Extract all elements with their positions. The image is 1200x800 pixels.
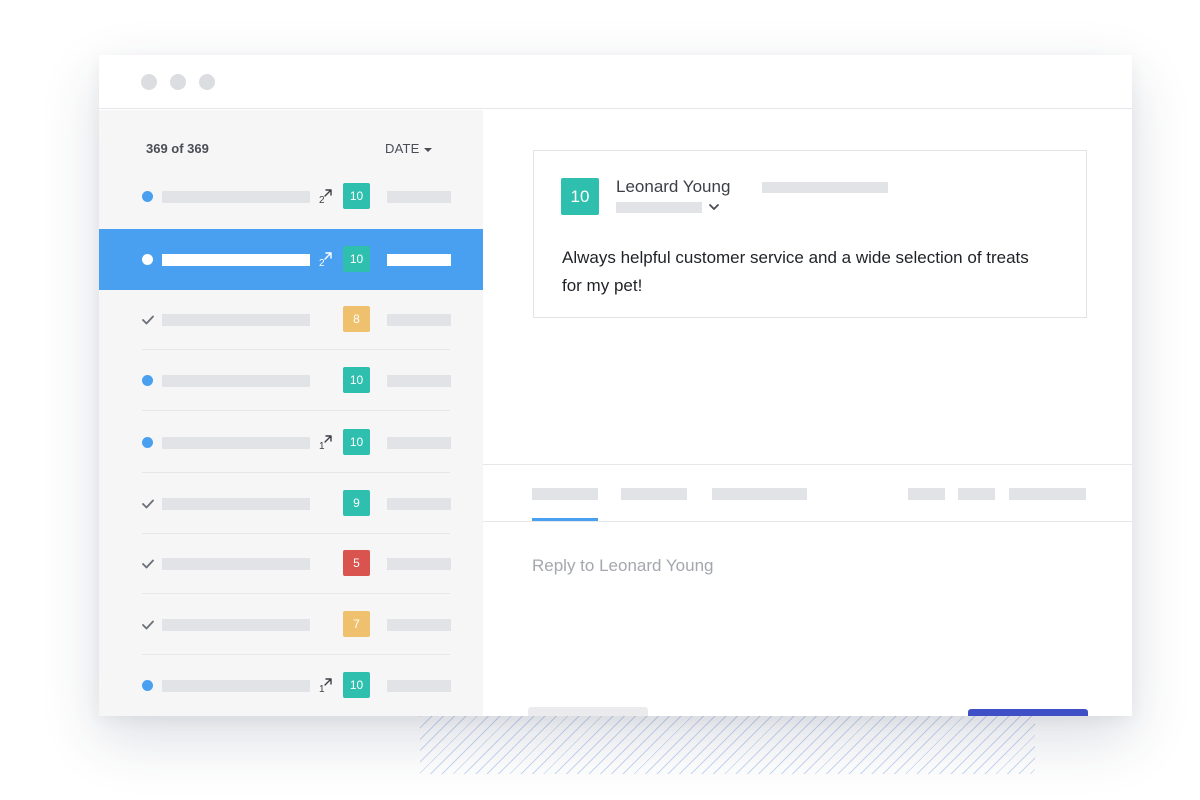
reply-arrow-icon: 2 xyxy=(318,189,333,204)
checkmark-icon xyxy=(142,315,154,325)
reply-arrow-icon: 2 xyxy=(318,252,333,267)
review-date-placeholder xyxy=(387,558,451,570)
review-detail-pane: 10 Leonard Young Always helpful customer… xyxy=(483,110,1132,716)
score-badge: 10 xyxy=(343,672,370,698)
window-maximize-icon[interactable] xyxy=(199,74,215,90)
reply-count: 1 xyxy=(319,684,325,693)
review-date-placeholder xyxy=(387,314,451,326)
review-title-placeholder xyxy=(162,437,310,449)
review-date-placeholder xyxy=(387,498,451,510)
decorative-hatch xyxy=(420,716,1035,774)
review-date-placeholder xyxy=(387,619,451,631)
review-title-placeholder xyxy=(162,191,310,203)
reviewer-name: Leonard Young xyxy=(616,177,730,197)
app-window: 369 of 369 DATE 2 10 2 10 8 10 1 10 9 5 7 1 10 10 Le… xyxy=(99,55,1132,716)
review-list-item[interactable]: 8 xyxy=(99,289,483,350)
review-date-placeholder xyxy=(387,254,451,266)
reply-input[interactable] xyxy=(532,553,1092,579)
score-badge: 10 xyxy=(343,183,370,209)
review-list-item[interactable]: 1 10 xyxy=(99,655,483,716)
secondary-button[interactable] xyxy=(528,707,648,716)
checkmark-icon xyxy=(142,620,154,630)
score-badge: 10 xyxy=(343,429,370,455)
review-score-badge: 10 xyxy=(561,178,599,215)
review-title-placeholder xyxy=(162,619,310,631)
review-date-placeholder xyxy=(387,437,451,449)
review-text: Always helpful customer service and a wi… xyxy=(562,244,1032,300)
tab-placeholder-3[interactable] xyxy=(712,488,807,500)
review-title-placeholder xyxy=(162,498,310,510)
toolbar-placeholder-3[interactable] xyxy=(1009,488,1086,500)
review-card: 10 Leonard Young Always helpful customer… xyxy=(533,150,1087,318)
review-list-item[interactable]: 10 xyxy=(99,350,483,411)
score-badge: 7 xyxy=(343,611,370,637)
reply-arrow-icon: 1 xyxy=(318,435,333,450)
review-source-placeholder xyxy=(616,202,702,213)
review-count: 369 of 369 xyxy=(146,141,209,156)
caret-down-icon xyxy=(424,148,432,152)
review-title-placeholder xyxy=(162,375,310,387)
review-list-item[interactable]: 5 xyxy=(99,533,483,594)
review-list-item[interactable]: 7 xyxy=(99,594,483,655)
review-title-placeholder xyxy=(162,254,310,266)
unread-dot-icon xyxy=(142,191,153,202)
reply-count: 2 xyxy=(319,258,325,267)
review-date-placeholder xyxy=(387,191,451,203)
reply-count: 2 xyxy=(319,195,325,204)
unread-dot-icon xyxy=(142,680,153,691)
score-badge: 5 xyxy=(343,550,370,576)
window-minimize-icon[interactable] xyxy=(170,74,186,90)
unread-dot-icon xyxy=(142,437,153,448)
unread-dot-icon xyxy=(142,254,153,265)
review-title-placeholder xyxy=(162,558,310,570)
send-reply-button[interactable] xyxy=(968,709,1088,716)
title-bar xyxy=(99,55,1132,109)
review-date-placeholder xyxy=(387,680,451,692)
review-list-item[interactable]: 2 10 xyxy=(99,166,483,227)
review-meta-placeholder xyxy=(762,182,888,193)
review-list-item[interactable]: 1 10 xyxy=(99,412,483,473)
review-date-placeholder xyxy=(387,375,451,387)
sort-label: DATE xyxy=(385,141,420,156)
review-title-placeholder xyxy=(162,680,310,692)
review-title-placeholder xyxy=(162,314,310,326)
window-close-icon[interactable] xyxy=(141,74,157,90)
reply-count: 1 xyxy=(319,441,325,450)
tab-placeholder-1[interactable] xyxy=(532,488,598,500)
tabs-divider xyxy=(483,521,1132,522)
review-list-sidebar: 369 of 369 DATE 2 10 2 10 8 10 1 10 9 5 7 1 10 xyxy=(99,110,483,716)
score-badge: 10 xyxy=(343,367,370,393)
toolbar-placeholder-1[interactable] xyxy=(908,488,945,500)
checkmark-icon xyxy=(142,559,154,569)
toolbar-placeholder-2[interactable] xyxy=(958,488,995,500)
unread-dot-icon xyxy=(142,375,153,386)
tab-placeholder-2[interactable] xyxy=(621,488,687,500)
score-badge: 9 xyxy=(343,490,370,516)
score-badge: 8 xyxy=(343,306,370,332)
checkmark-icon xyxy=(142,499,154,509)
review-list-item[interactable]: 2 10 xyxy=(99,229,483,290)
row-divider xyxy=(142,410,450,411)
reply-arrow-icon: 1 xyxy=(318,678,333,693)
sort-by-date-dropdown[interactable]: DATE xyxy=(385,141,432,156)
score-badge: 10 xyxy=(343,246,370,272)
chevron-down-icon[interactable] xyxy=(708,201,720,213)
divider xyxy=(483,464,1132,465)
review-list-item[interactable]: 9 xyxy=(99,473,483,534)
